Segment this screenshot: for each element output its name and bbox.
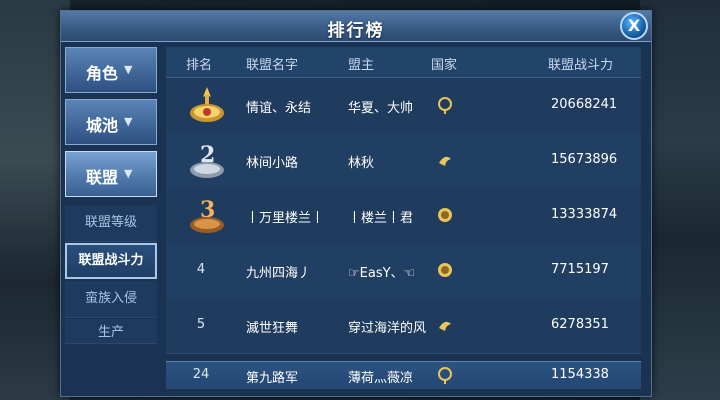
leader-name: 林秋 — [348, 156, 375, 171]
tab-label: 角色 — [86, 64, 119, 83]
alliance-name: 第九路军 — [246, 371, 299, 386]
alliance-name: 丨万里楼兰丨 — [246, 211, 325, 226]
table-row[interactable]: 5 滅世狂舞 穿过海洋的风 6278351 — [166, 298, 641, 354]
leader-name: 丨楼兰丨君 — [348, 211, 414, 226]
subtab-alliance-level[interactable]: 联盟等级 — [65, 205, 157, 242]
alliance-power: 13333874 — [551, 207, 618, 222]
close-button[interactable]: X — [620, 12, 648, 40]
table-row[interactable]: 4 九州四海丿 ☞EasY、☜ 7715197 — [166, 243, 641, 299]
subtab-production[interactable]: 生产 — [65, 319, 157, 344]
rank-number: 24 — [192, 367, 210, 382]
alliance-power: 20668241 — [551, 97, 618, 112]
leader-name: 薄荷灬薇凉 — [348, 371, 414, 386]
my-alliance-row[interactable]: 24 第九路军 薄荷灬薇凉 1154338 — [166, 361, 641, 389]
country-emblem-icon — [438, 263, 452, 277]
silver-medal-icon: 2 — [190, 142, 224, 178]
leader-name: ☞EasY、☜ — [348, 266, 416, 281]
background-scenery-right — [640, 0, 720, 400]
rank-number: 4 — [196, 262, 206, 277]
chevron-down-icon: ▼ — [124, 115, 133, 128]
alliance-name: 九州四海丿 — [246, 266, 312, 281]
ranking-table: 排名 联盟名字 盟主 国家 联盟战斗力 情谊、永结 华夏、大帅 20668241 — [166, 47, 641, 391]
country-emblem-icon — [438, 208, 452, 222]
table-row[interactable]: 3 丨万里楼兰丨 丨楼兰丨君 13333874 — [166, 188, 641, 244]
panel-title: 排行榜 — [327, 21, 385, 41]
country-emblem-icon — [439, 321, 451, 331]
tab-city[interactable]: 城池 ▼ — [65, 99, 157, 145]
tab-label: 联盟 — [86, 168, 119, 187]
country-emblem-icon — [438, 97, 452, 114]
tab-role[interactable]: 角色 ▼ — [65, 47, 157, 93]
chevron-down-icon: ▼ — [124, 63, 133, 76]
header-country: 国家 — [431, 58, 458, 73]
rank-number: 5 — [196, 317, 206, 332]
header-rank: 排名 — [186, 58, 213, 73]
country-emblem-icon — [439, 156, 451, 166]
close-icon: X — [627, 16, 641, 35]
alliance-name: 林间小路 — [246, 156, 299, 171]
leader-name: 穿过海洋的风 — [348, 321, 427, 336]
table-row[interactable]: 2 林间小路 林秋 15673896 — [166, 133, 641, 189]
leaderboard-panel: 排行榜 X 角色 ▼ 城池 ▼ 联盟 ▼ 联盟等级 联盟战斗力 蛮族入侵 生产 … — [60, 10, 652, 397]
leader-name: 华夏、大帅 — [348, 101, 414, 116]
header-leader: 盟主 — [348, 58, 375, 73]
header-alliance-power: 联盟战斗力 — [548, 58, 614, 73]
alliance-name: 滅世狂舞 — [246, 321, 299, 336]
alliance-power: 15673896 — [551, 152, 618, 167]
alliance-power: 7715197 — [551, 262, 609, 277]
chevron-down-icon: ▼ — [124, 167, 133, 180]
alliance-power: 1154338 — [551, 367, 609, 382]
tab-alliance[interactable]: 联盟 ▼ — [65, 151, 157, 197]
subtab-alliance-power[interactable]: 联盟战斗力 — [65, 243, 157, 279]
alliance-power: 6278351 — [551, 317, 609, 332]
header-alliance-name: 联盟名字 — [246, 58, 299, 73]
table-header: 排名 联盟名字 盟主 国家 联盟战斗力 — [166, 47, 641, 78]
tab-label: 城池 — [86, 116, 119, 135]
bronze-medal-icon: 3 — [190, 197, 224, 233]
subtab-barbarian-invasion[interactable]: 蛮族入侵 — [65, 281, 157, 318]
title-bar: 排行榜 — [61, 11, 651, 42]
gold-medal-icon — [190, 87, 224, 122]
alliance-name: 情谊、永结 — [246, 101, 312, 116]
table-row[interactable]: 情谊、永结 华夏、大帅 20668241 — [166, 78, 641, 134]
country-emblem-icon — [438, 367, 452, 384]
